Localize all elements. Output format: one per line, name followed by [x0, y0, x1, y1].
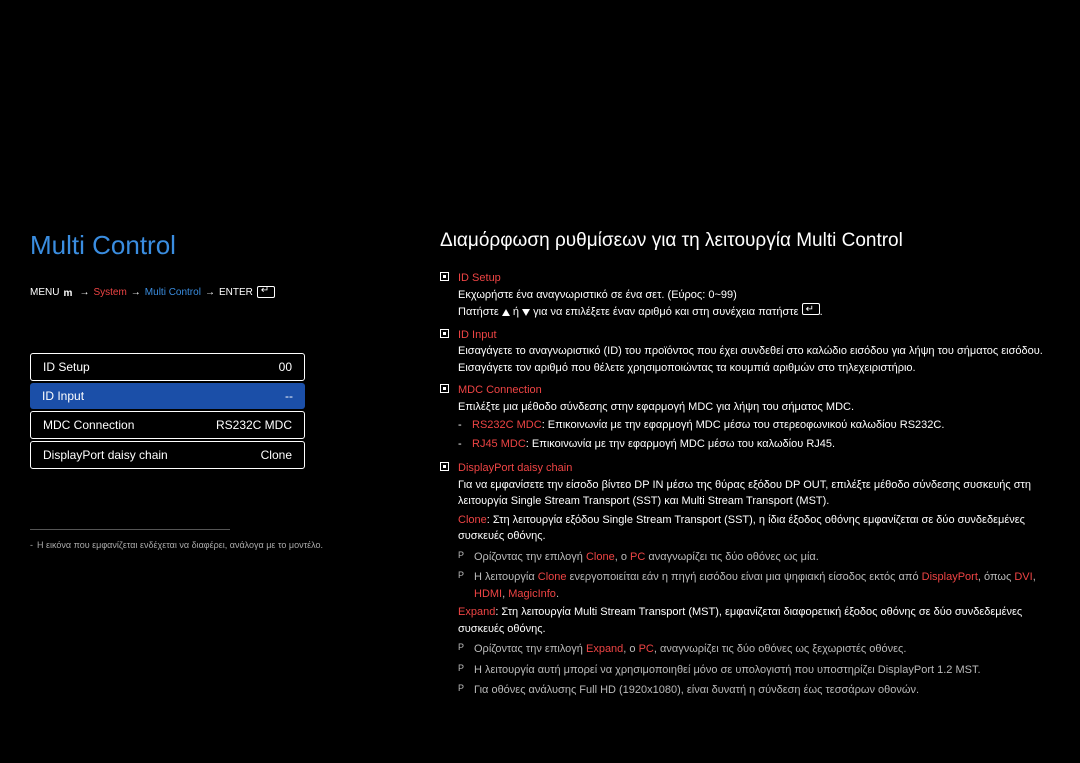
menu-value: RS232C MDC — [216, 418, 292, 432]
menu-label: ID Setup — [43, 360, 90, 374]
dp-intro: Για να εμφανίσετε την είσοδο βίντεο DP I… — [458, 477, 1050, 510]
bullet-icon — [440, 329, 449, 338]
menu-value: -- — [285, 389, 293, 403]
arrow-icon: → — [205, 287, 215, 298]
osd-menu: ID Setup 00 ID Input -- MDC Connection R… — [30, 353, 305, 469]
dp-clone-p1: P Ορίζοντας την επιλογή Clone, ο PC αναγ… — [458, 549, 1050, 566]
id-setup-line2: Πατήστε ή για να επιλέξετε έναν αριθμό κ… — [458, 303, 1050, 321]
item-dp-daisy-chain: DisplayPort daisy chain Για να εμφανίσετ… — [440, 460, 1050, 699]
heading-id-input: ID Input — [458, 327, 1050, 344]
heading-mdc: MDC Connection — [458, 382, 1050, 399]
menu-value: 00 — [279, 360, 292, 374]
bullet-icon — [440, 384, 449, 393]
arrow-icon: → — [131, 287, 141, 298]
breadcrumb: MENU → System → Multi Control → ENTER — [30, 286, 400, 298]
description-title: Διαμόρφωση ρυθμίσεων για τη λειτουργία M… — [440, 230, 1050, 252]
id-input-line1: Εισαγάγετε το αναγνωριστικό (ID) του προ… — [458, 343, 1050, 360]
menu-mdc-connection[interactable]: MDC Connection RS232C MDC — [30, 411, 305, 439]
menu-id-setup[interactable]: ID Setup 00 — [30, 353, 305, 381]
bullet-icon — [440, 462, 449, 471]
item-mdc-connection: MDC Connection Επιλέξτε μια μέθοδο σύνδε… — [440, 382, 1050, 454]
arrow-icon: → — [79, 287, 89, 298]
dp-expand-p3: P Για οθόνες ανάλυσης Full HD (1920x1080… — [458, 682, 1050, 699]
dp-clone-p2: P Η λειτουργία Clone ενεργοποιείται εάν … — [458, 569, 1050, 602]
page-title: Multi Control — [30, 230, 400, 261]
menu-label: ID Input — [42, 389, 84, 403]
menu-label: DisplayPort daisy chain — [43, 448, 168, 462]
enter-icon — [802, 303, 820, 315]
dp-expand-p2: P Η λειτουργία αυτή μπορεί να χρησιμοποι… — [458, 662, 1050, 679]
menu-icon — [63, 288, 75, 300]
bc-system: System — [93, 287, 126, 298]
dp-expand-p1: P Ορίζοντας την επιλογή Expand, ο PC, αν… — [458, 641, 1050, 658]
heading-dp: DisplayPort daisy chain — [458, 460, 1050, 477]
menu-id-input[interactable]: ID Input -- — [30, 383, 305, 409]
menu-dp-daisy-chain[interactable]: DisplayPort daisy chain Clone — [30, 441, 305, 469]
enter-icon — [257, 286, 275, 298]
menu-value: Clone — [261, 448, 292, 462]
image-note: -Η εικόνα που εμφανίζεται ενδέχεται να δ… — [30, 540, 400, 550]
mdc-rj45: - RJ45 MDC: Επικοινωνία με την εφαρμογή … — [458, 436, 1050, 453]
bc-menu: MENU — [30, 287, 59, 298]
dp-expand: Expand: Στη λειτουργία Multi Stream Tran… — [458, 604, 1050, 637]
item-id-setup: ID Setup Εκχωρήστε ένα αναγνωριστικό σε … — [440, 270, 1050, 321]
mdc-rs232c: - RS232C MDC: Επικοινωνία με την εφαρμογ… — [458, 417, 1050, 434]
menu-label: MDC Connection — [43, 418, 134, 432]
heading-id-setup: ID Setup — [458, 270, 1050, 287]
id-setup-line1: Εκχωρήστε ένα αναγνωριστικό σε ένα σετ. … — [458, 287, 1050, 304]
item-id-input: ID Input Εισαγάγετε το αναγνωριστικό (ID… — [440, 327, 1050, 377]
mdc-line1: Επιλέξτε μια μέθοδο σύνδεσης στην εφαρμο… — [458, 399, 1050, 416]
dp-clone: Clone: Στη λειτουργία εξόδου Single Stre… — [458, 512, 1050, 545]
up-icon — [502, 309, 510, 316]
divider — [30, 529, 230, 530]
bc-multi-control: Multi Control — [145, 287, 201, 298]
bullet-icon — [440, 272, 449, 281]
bc-enter: ENTER — [219, 287, 253, 298]
down-icon — [522, 309, 530, 316]
id-input-line2: Εισαγάγετε τον αριθμό που θέλετε χρησιμο… — [458, 360, 1050, 377]
